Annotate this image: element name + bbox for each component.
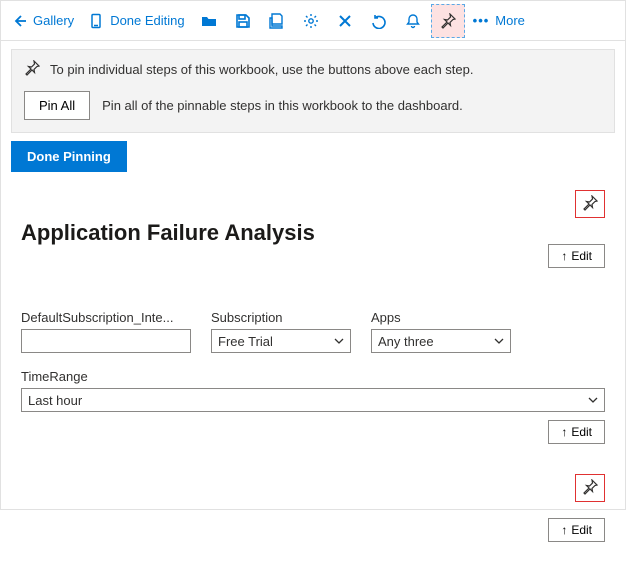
cancel-button[interactable] <box>329 5 361 37</box>
chevron-down-icon <box>334 336 344 346</box>
pin-banner: To pin individual steps of this workbook… <box>11 49 615 133</box>
folder-icon <box>201 13 217 29</box>
param-label: Subscription <box>211 310 351 325</box>
pin-banner-hint-row: To pin individual steps of this workbook… <box>24 60 602 79</box>
arrow-left-icon <box>11 13 27 29</box>
step-pin-button-1[interactable] <box>575 190 605 218</box>
dropdown-value: Last hour <box>28 393 82 408</box>
done-pinning-button[interactable]: Done Pinning <box>11 141 127 172</box>
pin-all-desc: Pin all of the pinnable steps in this wo… <box>102 98 463 113</box>
subscription-dropdown[interactable]: Free Trial <box>211 329 351 353</box>
pin-banner-hint: To pin individual steps of this workbook… <box>50 62 473 77</box>
page-title: Application Failure Analysis <box>21 220 605 246</box>
save-as-button[interactable] <box>261 5 293 37</box>
ellipsis-icon: ••• <box>473 13 490 28</box>
dropdown-value: Any three <box>378 334 434 349</box>
param-label: DefaultSubscription_Inte... <box>21 310 191 325</box>
edit-step-button-2[interactable]: ↑ Edit <box>548 420 605 444</box>
gallery-label: Gallery <box>33 13 74 28</box>
gear-icon <box>303 13 319 29</box>
close-icon <box>337 13 353 29</box>
alerts-button[interactable] <box>397 5 429 37</box>
arrow-up-icon: ↑ <box>561 249 567 263</box>
edit-label: Edit <box>571 523 592 537</box>
chevron-down-icon <box>494 336 504 346</box>
workbook-content: Application Failure Analysis ↑ Edit Defa… <box>1 172 625 562</box>
edit-step-button-3[interactable]: ↑ Edit <box>548 518 605 542</box>
apps-dropdown[interactable]: Any three <box>371 329 511 353</box>
done-editing-label: Done Editing <box>110 13 184 28</box>
bell-icon <box>405 13 421 29</box>
dropdown-value: Free Trial <box>218 334 273 349</box>
app-frame: Gallery Done Editing <box>0 0 626 510</box>
undo-button[interactable] <box>363 5 395 37</box>
toolbar: Gallery Done Editing <box>1 1 625 41</box>
save-icon <box>235 13 251 29</box>
edit-label: Edit <box>571 425 592 439</box>
chevron-down-icon <box>588 395 598 405</box>
more-label: More <box>495 13 525 28</box>
pin-banner-actions: Pin All Pin all of the pinnable steps in… <box>24 91 602 120</box>
step-pin-button-2[interactable] <box>575 474 605 502</box>
parameters-block: DefaultSubscription_Inte... Subscription… <box>21 310 605 412</box>
pin-icon <box>582 479 598 498</box>
param-default-subscription: DefaultSubscription_Inte... <box>21 310 191 353</box>
pin-icon <box>582 195 598 214</box>
param-apps: Apps Any three <box>371 310 511 353</box>
save-copy-icon <box>269 13 285 29</box>
edit-label: Edit <box>571 249 592 263</box>
param-subscription: Subscription Free Trial <box>211 310 351 353</box>
pin-icon <box>24 60 40 79</box>
pin-toolbar-button[interactable] <box>440 5 456 37</box>
arrow-up-icon: ↑ <box>561 425 567 439</box>
arrow-up-icon: ↑ <box>561 523 567 537</box>
timerange-dropdown[interactable]: Last hour <box>21 388 605 412</box>
tablet-icon <box>88 13 104 29</box>
edit-step-button-1[interactable]: ↑ Edit <box>548 244 605 268</box>
more-button[interactable]: ••• More <box>467 5 531 37</box>
param-label: Apps <box>371 310 511 325</box>
default-subscription-dropdown[interactable] <box>21 329 191 353</box>
done-editing-button[interactable]: Done Editing <box>82 5 190 37</box>
undo-icon <box>371 13 387 29</box>
param-timerange: TimeRange Last hour <box>21 369 605 412</box>
back-gallery-button[interactable]: Gallery <box>5 5 80 37</box>
save-button[interactable] <box>227 5 259 37</box>
param-label: TimeRange <box>21 369 605 384</box>
open-button[interactable] <box>193 5 225 37</box>
pin-button-active-highlight <box>431 4 465 38</box>
pin-all-button[interactable]: Pin All <box>24 91 90 120</box>
pin-icon <box>440 13 456 29</box>
settings-button[interactable] <box>295 5 327 37</box>
